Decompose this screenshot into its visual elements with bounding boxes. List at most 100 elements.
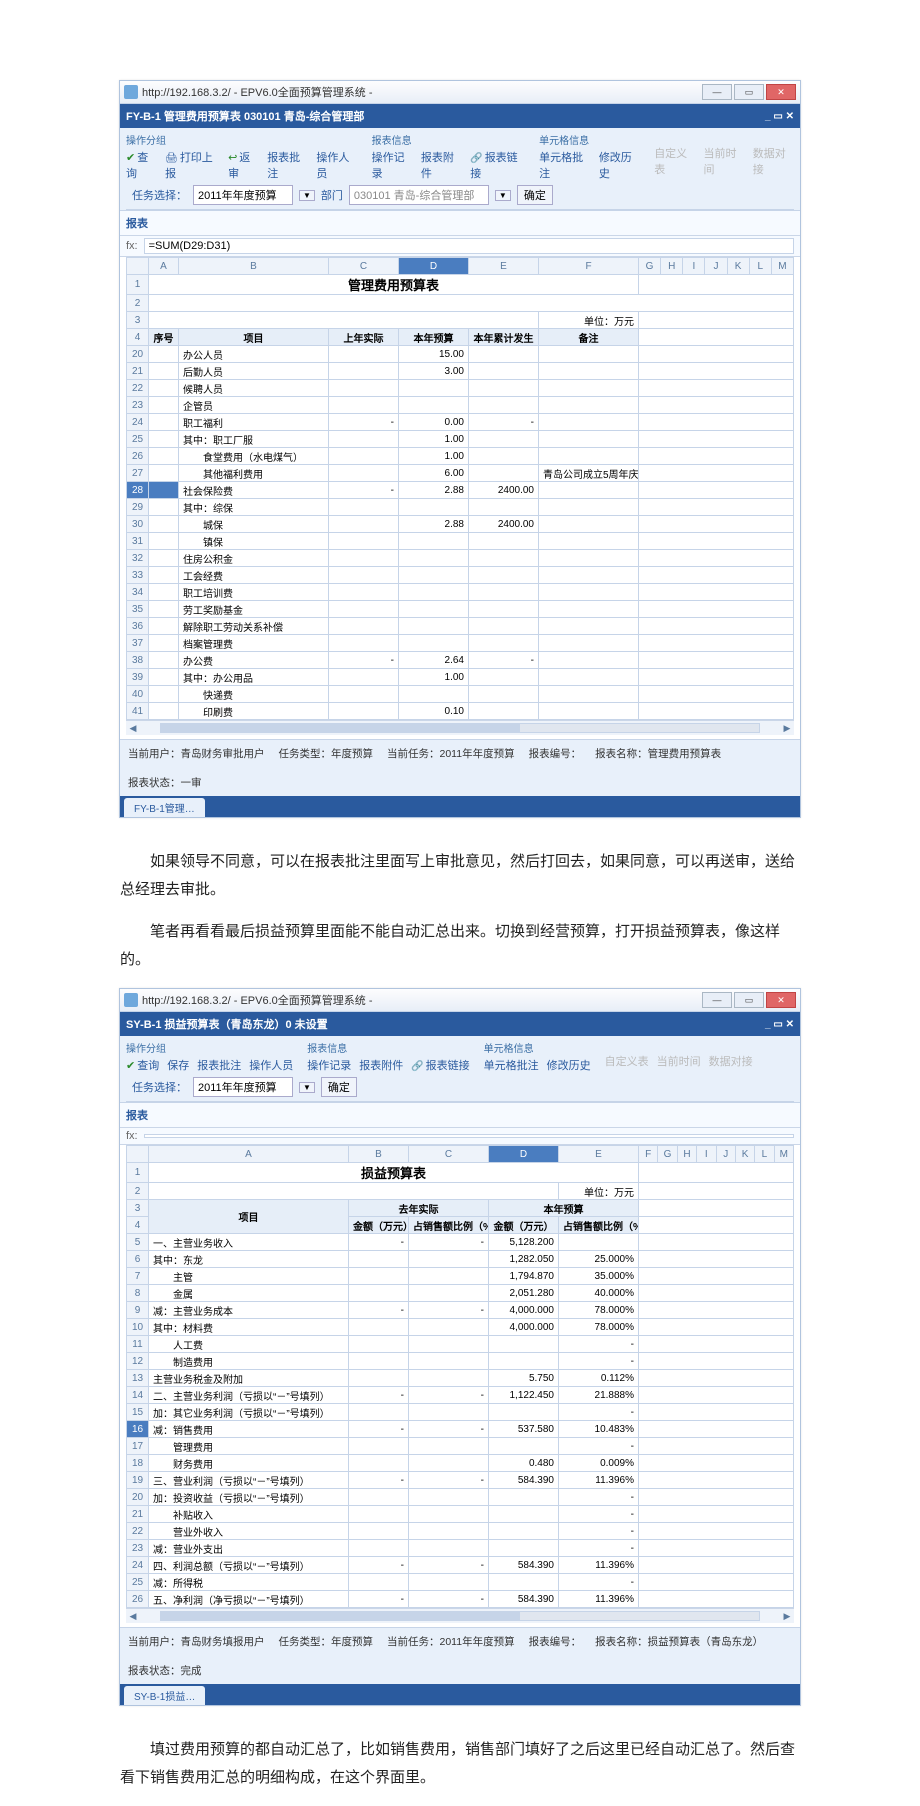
inner-window-controls[interactable]: _ ▭ ✕	[765, 111, 794, 122]
minimize-button[interactable]: —	[702, 992, 732, 1008]
table-row[interactable]: 24四、利润总额（亏损以“－”号填列）--584.39011.396%	[127, 1557, 794, 1574]
edit-history-button[interactable]: 修改历史	[599, 149, 640, 181]
table-row[interactable]: 20办公人员15.00	[127, 346, 794, 363]
table-row[interactable]: 14二、主营业务利润（亏损以“－”号填列）--1,122.45021.888%	[127, 1387, 794, 1404]
custom-table-button[interactable]: 自定义表	[654, 145, 695, 177]
query-button[interactable]: 查询	[126, 149, 157, 181]
table-row[interactable]: 34职工培训费	[127, 584, 794, 601]
table-row[interactable]: 22候聘人员	[127, 380, 794, 397]
print-report-button[interactable]: 打印上报	[165, 149, 220, 181]
table-row[interactable]: 24职工福利-0.00-	[127, 414, 794, 431]
attachment-button[interactable]: 报表附件	[359, 1057, 403, 1073]
maximize-button[interactable]: ▭	[734, 84, 764, 100]
col-a[interactable]: A	[149, 258, 179, 275]
maximize-button[interactable]: ▭	[734, 992, 764, 1008]
table-row[interactable]: 30 城保2.882400.00	[127, 516, 794, 533]
edit-history-button[interactable]: 修改历史	[547, 1057, 591, 1073]
current-time-button[interactable]: 当前时间	[703, 145, 744, 177]
table-row[interactable]: 25其中：职工厂服1.00	[127, 431, 794, 448]
hdr-lastyear: 上年实际	[329, 329, 399, 346]
table-row[interactable]: 29其中：综保	[127, 499, 794, 516]
table-row[interactable]: 36解除职工劳动关系补偿	[127, 618, 794, 635]
op-log-button[interactable]: 操作记录	[372, 149, 413, 181]
table-row[interactable]: 31 镇保	[127, 533, 794, 550]
table-row[interactable]: 6其中：东龙1,282.05025.000%	[127, 1251, 794, 1268]
table-row[interactable]: 39其中：办公用品1.00	[127, 669, 794, 686]
return-audit-button[interactable]: 返审	[228, 149, 259, 181]
col-b[interactable]: B	[179, 258, 329, 275]
op-log-button[interactable]: 操作记录	[307, 1057, 351, 1073]
sheet-tab[interactable]: SY-B-1损益…	[124, 1686, 205, 1705]
save-button[interactable]: 保存	[167, 1057, 189, 1073]
inner-window-controls[interactable]: _ ▭ ✕	[765, 1019, 794, 1030]
cell-annotation-button[interactable]: 单元格批注	[484, 1057, 539, 1073]
table-row[interactable]: 9减：主营业务成本--4,000.00078.000%	[127, 1302, 794, 1319]
operator-button[interactable]: 操作人员	[316, 149, 357, 181]
table-row[interactable]: 38办公费-2.64-	[127, 652, 794, 669]
attachment-button[interactable]: 报表附件	[421, 149, 462, 181]
table-row[interactable]: 16减：销售费用--537.58010.483%	[127, 1421, 794, 1438]
report-link-button[interactable]: 报表链接	[470, 149, 525, 181]
table-row[interactable]: 25减：所得税-	[127, 1574, 794, 1591]
horizontal-scrollbar[interactable]: ◀▶	[126, 1608, 794, 1623]
table-row[interactable]: 21后勤人员3.00	[127, 363, 794, 380]
confirm-button[interactable]: 确定	[321, 1077, 357, 1097]
table-row[interactable]: 35劳工奖励基金	[127, 601, 794, 618]
table-row[interactable]: 21 补贴收入-	[127, 1506, 794, 1523]
operator-button[interactable]: 操作人员	[249, 1057, 293, 1073]
report-annotation-button[interactable]: 报表批注	[197, 1057, 241, 1073]
dept-dropdown[interactable]: 030101 青岛-综合管理部	[349, 185, 489, 205]
table-row[interactable]: 18 财务费用0.4800.009%	[127, 1455, 794, 1472]
horizontal-scrollbar[interactable]: ◀▶	[126, 720, 794, 735]
col-c[interactable]: C	[329, 258, 399, 275]
table-row[interactable]: 28社会保险费-2.882400.00	[127, 482, 794, 499]
table-row[interactable]: 11 人工费-	[127, 1336, 794, 1353]
data-link-button[interactable]: 数据对接	[753, 145, 794, 177]
formula-input[interactable]	[144, 1134, 794, 1138]
task-select-dropdown[interactable]: 2011年年度预算	[193, 1077, 293, 1097]
report-annotation-button[interactable]: 报表批注	[267, 149, 308, 181]
table-row[interactable]: 33工会经费	[127, 567, 794, 584]
close-button[interactable]: ✕	[766, 992, 796, 1008]
sheet-tabstrip[interactable]: FY-B-1管理…	[120, 796, 800, 817]
table-row[interactable]: 26五、净利润（净亏损以“－”号填列）--584.39011.396%	[127, 1591, 794, 1608]
col-e[interactable]: E	[469, 258, 539, 275]
dept-dropdown-icon[interactable]: ▼	[495, 190, 511, 201]
table-row[interactable]: 40 快递费	[127, 686, 794, 703]
table-row[interactable]: 41 印刷费0.10	[127, 703, 794, 720]
paragraph-2: 笔者再看看最后损益预算里面能不能自动汇总出来。切换到经营预算，打开损益预算表，像…	[120, 918, 800, 974]
table-row[interactable]: 5一、主营业务收入--5,128.200	[127, 1234, 794, 1251]
table-row[interactable]: 15加：其它业务利润（亏损以“－”号填列）-	[127, 1404, 794, 1421]
minimize-button[interactable]: —	[702, 84, 732, 100]
sheet-tabstrip[interactable]: SY-B-1损益…	[120, 1684, 800, 1705]
formula-input[interactable]: =SUM(D29:D31)	[144, 238, 794, 254]
table-row[interactable]: 27 其他福利费用6.00青岛公司成立5周年庆	[127, 465, 794, 482]
task-select-dropdown-icon[interactable]: ▼	[299, 190, 315, 201]
confirm-button[interactable]: 确定	[517, 185, 553, 205]
table-row[interactable]: 17 管理费用-	[127, 1438, 794, 1455]
spreadsheet-grid[interactable]: A B C D E F GHI JKLM 1管理费用预算表 2 3单位：万元 4…	[120, 257, 800, 739]
sheet-tab[interactable]: FY-B-1管理…	[124, 798, 205, 817]
task-select-dropdown[interactable]: 2011年年度预算	[193, 185, 293, 205]
table-row[interactable]: 20加：投资收益（亏损以“－”号填列）-	[127, 1489, 794, 1506]
query-button[interactable]: 查询	[126, 1057, 159, 1073]
table-row[interactable]: 22 营业外收入-	[127, 1523, 794, 1540]
table-row[interactable]: 19三、营业利润（亏损以“－”号填列）--584.39011.396%	[127, 1472, 794, 1489]
table-row[interactable]: 13主营业务税金及附加5.7500.112%	[127, 1370, 794, 1387]
col-d[interactable]: D	[399, 258, 469, 275]
table-row[interactable]: 23减：营业外支出-	[127, 1540, 794, 1557]
table-row[interactable]: 8 金属2,051.28040.000%	[127, 1285, 794, 1302]
col-f[interactable]: F	[539, 258, 639, 275]
table-row[interactable]: 26 食堂费用（水电煤气）1.00	[127, 448, 794, 465]
table-row[interactable]: 37档案管理费	[127, 635, 794, 652]
table-row[interactable]: 10其中：材料费4,000.00078.000%	[127, 1319, 794, 1336]
cell-annotation-button[interactable]: 单元格批注	[539, 149, 591, 181]
table-row[interactable]: 7 主管1,794.87035.000%	[127, 1268, 794, 1285]
report-link-button[interactable]: 报表链接	[411, 1057, 469, 1073]
task-select-dropdown-icon[interactable]: ▼	[299, 1082, 315, 1093]
close-button[interactable]: ✕	[766, 84, 796, 100]
table-row[interactable]: 12 制造费用-	[127, 1353, 794, 1370]
table-row[interactable]: 32住房公积金	[127, 550, 794, 567]
spreadsheet-grid[interactable]: A B C D E FGH IJK LM 1损益预算表 2单位：万元 3 项目 …	[120, 1145, 800, 1627]
table-row[interactable]: 23企管员	[127, 397, 794, 414]
